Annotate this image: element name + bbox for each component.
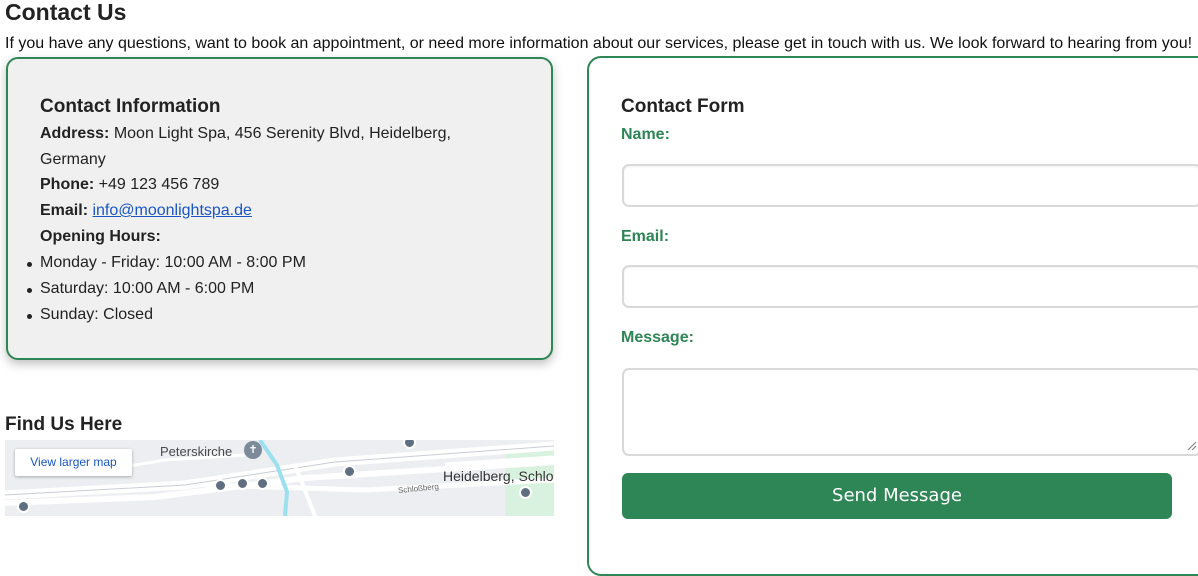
email-input[interactable] xyxy=(622,265,1198,308)
bus-stop-icon xyxy=(236,477,249,490)
bus-stop-icon xyxy=(343,465,356,478)
bus-stop-icon xyxy=(256,477,269,490)
intro-text: If you have any questions, want to book … xyxy=(5,35,1193,52)
hours-heading: Opening Hours: xyxy=(40,228,161,246)
hours-item: Sunday: Closed xyxy=(27,306,153,323)
contact-info-card: Contact Information Address: Moon Light … xyxy=(6,57,553,360)
map-label-church: Peterskirche xyxy=(160,444,233,459)
address-line: Address: Moon Light Spa, 456 Serenity Bl… xyxy=(40,125,451,143)
phone-label: Phone: xyxy=(40,176,95,193)
resize-grip-icon[interactable] xyxy=(1185,439,1197,451)
name-label: Name: xyxy=(621,126,670,143)
bus-stop-icon xyxy=(519,486,532,499)
contact-info-heading: Contact Information xyxy=(40,96,221,117)
hours-item: Monday - Friday: 10:00 AM - 8:00 PM xyxy=(27,254,306,271)
contact-form-card: Contact Form Name: Email: Message: Send … xyxy=(587,56,1198,576)
send-message-button[interactable]: Send Message xyxy=(622,473,1172,519)
email-line: Email: info@moonlightspa.de xyxy=(40,202,252,220)
hours-label: Opening Hours: xyxy=(40,228,161,245)
contact-form-heading: Contact Form xyxy=(621,96,745,117)
email-link[interactable]: info@moonlightspa.de xyxy=(92,202,251,219)
view-larger-map-button[interactable]: View larger map xyxy=(15,449,132,476)
email-field-label: Email: xyxy=(621,228,670,245)
phone-line: Phone: +49 123 456 789 xyxy=(40,176,219,194)
map-label-castle: Heidelberg, Schlo xyxy=(443,468,554,484)
find-us-heading: Find Us Here xyxy=(5,414,123,435)
address-value: Moon Light Spa, 456 Serenity Blvd, Heide… xyxy=(113,125,451,142)
hours-item: Saturday: 10:00 AM - 6:00 PM xyxy=(26,280,255,297)
email-label: Email: xyxy=(40,202,89,219)
bus-stop-icon xyxy=(17,500,30,513)
message-textarea[interactable] xyxy=(622,368,1198,456)
bus-stop-icon xyxy=(214,479,227,492)
address-label: Address: xyxy=(40,125,110,142)
message-label: Message: xyxy=(621,329,694,346)
embedded-map[interactable]: View larger map Peterskirche ✝ Heidelber… xyxy=(5,440,554,516)
address-line-2: Germany xyxy=(40,151,106,168)
church-icon: ✝ xyxy=(244,441,262,459)
name-input[interactable] xyxy=(622,164,1198,207)
phone-value: +49 123 456 789 xyxy=(98,176,220,193)
page-title: Contact Us xyxy=(5,0,127,25)
